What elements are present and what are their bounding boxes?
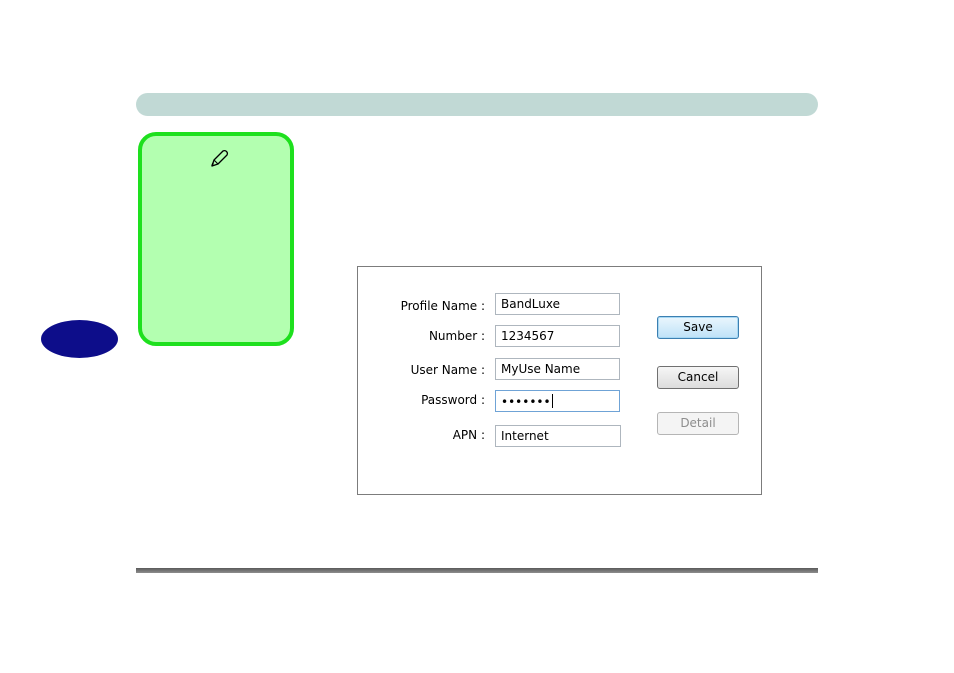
number-label: Number : <box>428 329 485 343</box>
number-field[interactable]: 1234567 <box>495 325 620 347</box>
password-field[interactable]: ••••••• <box>495 390 620 412</box>
note-box <box>138 132 294 346</box>
detail-button[interactable]: Detail <box>657 412 739 435</box>
footer-rule <box>136 568 818 573</box>
text-caret <box>551 394 553 408</box>
apn-field[interactable]: Internet <box>495 425 621 447</box>
apn-label: APN : <box>452 428 485 442</box>
cancel-button[interactable]: Cancel <box>657 366 739 389</box>
page-header-bar <box>136 93 818 116</box>
password-value: ••••••• <box>501 395 551 409</box>
password-label: Password : <box>421 393 485 407</box>
profile-dialog: Profile Name : BandLuxe Number : 1234567… <box>357 266 762 495</box>
save-button[interactable]: Save <box>657 316 739 339</box>
profile-name-field[interactable]: BandLuxe <box>495 293 620 315</box>
pencil-icon <box>208 148 230 170</box>
user-name-field[interactable]: MyUse Name <box>495 358 620 380</box>
user-name-label: User Name : <box>410 363 485 377</box>
profile-name-label: Profile Name : <box>400 299 485 313</box>
chapter-tab <box>41 320 118 358</box>
